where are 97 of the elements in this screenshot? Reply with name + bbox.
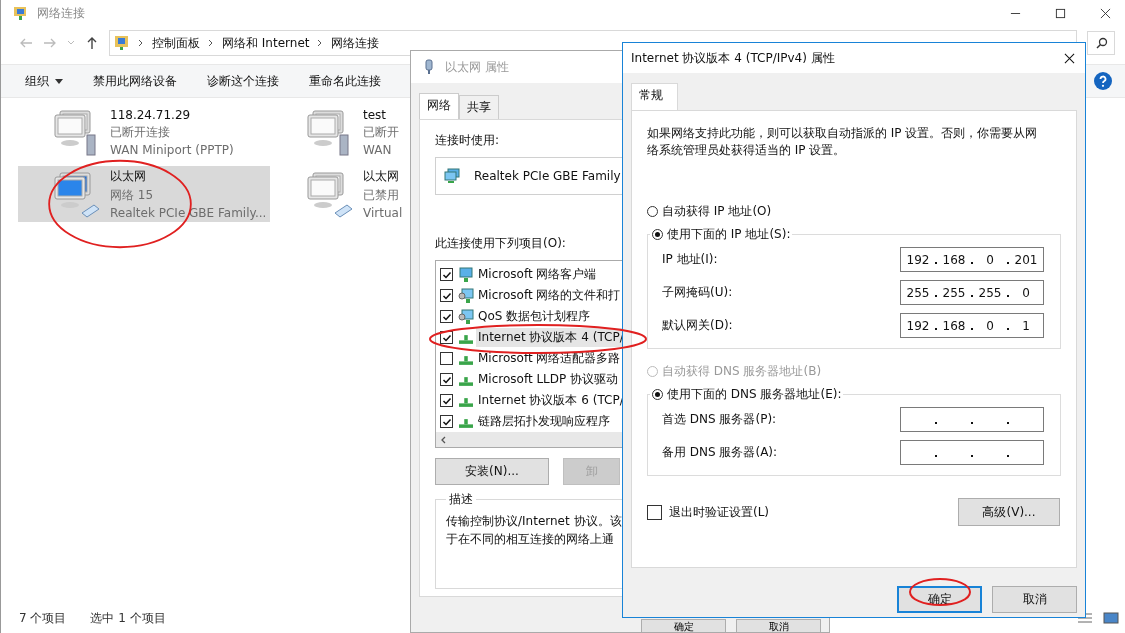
field-label: 首选 DNS 服务器(P): [662,411,777,428]
connection-device: WAN Miniport (PPTP) [110,142,234,157]
list-item[interactable]: 链路层拓扑发现响应程序 [476,412,612,431]
connection-device: Realtek PCIe GBE Family... [110,206,267,220]
field-label: 备用 DNS 服务器(A): [662,444,778,461]
ip-address-field[interactable] [900,440,1044,465]
scroll-left-icon[interactable] [440,435,448,444]
large-icons-view-icon[interactable] [1103,610,1119,626]
connection-status: 已禁用 [363,187,400,204]
checkbox[interactable] [440,394,453,407]
maximize-icon[interactable] [1055,7,1066,19]
dialog-button[interactable]: 确定 [641,619,726,632]
field-label: IP 地址(I): [662,251,718,268]
network-folder-icon [13,5,29,21]
radio-label[interactable]: 使用下面的 IP 地址(S): [667,226,791,243]
connection-name: 118.24.71.29 [110,107,192,122]
tab[interactable]: 共享 [459,95,499,119]
checkbox[interactable] [440,415,453,428]
network-protocol-icon [459,397,473,407]
ip-address-field[interactable]: 255 255 255 0 [900,280,1044,305]
dialog-button[interactable]: 取消 [992,586,1077,613]
connection-name: 以太网 [363,168,400,185]
dialog-button[interactable]: 确定 [897,586,982,613]
chevron-right-icon [317,39,324,47]
list-item[interactable]: QoS 数据包计划程序 [476,307,593,326]
annotation-circle [908,577,972,607]
section-label: 连接时使用: [435,132,500,149]
connection-status: 网络 15 [110,187,155,204]
computer-gear-icon [458,308,474,325]
up-arrow-icon[interactable] [85,36,99,50]
connection-name: test [363,107,388,122]
dialog-button[interactable]: 取消 [736,619,821,632]
checkbox[interactable] [440,310,453,323]
status-text: 7 个项目 [19,609,67,627]
chevron-right-icon [208,39,214,47]
network-adapter-icon [444,168,460,184]
checkbox-label[interactable]: 退出时验证设置(L) [669,503,770,521]
help-icon[interactable] [1094,72,1112,90]
close-icon[interactable] [1100,7,1111,19]
connection-device: WAN [363,142,393,157]
computer-network-icon [458,266,474,283]
breadcrumb-item[interactable]: 网络连接 [331,34,380,52]
group-title: 描述 [448,491,474,508]
toolbar-button[interactable]: 禁用此网络设备 [93,72,177,90]
radio-label[interactable]: 自动获得 IP 地址(O) [662,203,772,220]
connection-status: 已断开 [363,123,399,141]
search-field[interactable] [1087,31,1115,55]
control-panel-icon [114,35,130,51]
radio-button[interactable] [652,389,663,400]
status-text: 选中 1 个项目 [90,609,166,627]
connection-status: 已断开连接 [110,123,171,141]
tab[interactable]: 常规 [631,83,678,110]
checkbox[interactable] [440,268,453,281]
description-text: 于在不同的相互连接的网络上通 [446,531,615,548]
radio-button[interactable] [647,206,658,217]
field-label: 子网掩码(U): [662,284,733,301]
toolbar-button[interactable]: 诊断这个连接 [207,72,279,90]
window-title: 网络连接 [37,4,85,22]
dropdown-caret-icon [55,78,63,84]
computer-gear-icon [458,287,474,304]
list-item[interactable]: Microsoft 网络的文件和打 [476,286,623,305]
connection-item[interactable]: 以太网 网络 15 Realtek PCIe GBE Family... [18,166,270,222]
connection-item[interactable]: 118.24.71.29 已断开连接 WAN Miniport (PPTP) [18,104,270,160]
checkbox[interactable] [440,373,453,386]
ip-address-field[interactable]: 192 168 0 1 [900,313,1044,338]
breadcrumb-item[interactable]: 网络和 Internet [222,34,310,52]
checkbox[interactable] [440,352,453,365]
search-icon [1096,37,1108,49]
window-title: 以太网 属性 [445,58,509,76]
radio-button[interactable] [652,229,663,240]
checkbox[interactable] [647,504,662,520]
close-icon[interactable] [1064,52,1075,64]
chevron-right-icon [138,39,144,47]
toolbar-button[interactable]: 重命名此连接 [309,72,381,90]
connection-name: 以太网 [110,168,147,185]
radio-label[interactable]: 使用下面的 DNS 服务器地址(E): [667,386,842,403]
field-label: 默认网关(D): [662,317,733,334]
network-protocol-icon [459,334,473,344]
adapter-name: Realtek PCIe GBE Family [474,169,621,183]
network-protocol-icon [459,376,473,386]
section-label: 此连接使用下列项目(O): [435,235,566,252]
checkbox[interactable] [440,289,453,302]
breadcrumb-item[interactable]: 控制面板 [152,34,200,52]
dialog-button[interactable]: 安装(N)... [435,458,549,485]
tab[interactable]: 网络 [419,93,459,119]
connection-item[interactable]: test 已断开 WAN [295,104,410,160]
list-item[interactable]: Microsoft 网络客户端 [476,265,599,284]
toolbar-button[interactable]: 组织 [25,72,63,90]
advanced-button[interactable]: 高级(V)... [958,498,1060,526]
ip-address-field[interactable] [900,407,1044,432]
list-item[interactable]: Microsoft LLDP 协议驱动 [476,370,621,389]
network-protocol-icon [459,418,473,428]
ip-address-field[interactable]: 192 168 0 201 [900,247,1044,272]
connection-device: Virtual [363,206,403,220]
network-protocol-icon [459,355,473,365]
intro-text: 如果网络支持此功能，则可以获取自动指派的 IP 设置。否则，你需要从网络系统管理员处获得适当的 IP 设置。 [647,125,1039,159]
connection-item[interactable]: 以太网 已禁用 Virtual [295,166,410,222]
